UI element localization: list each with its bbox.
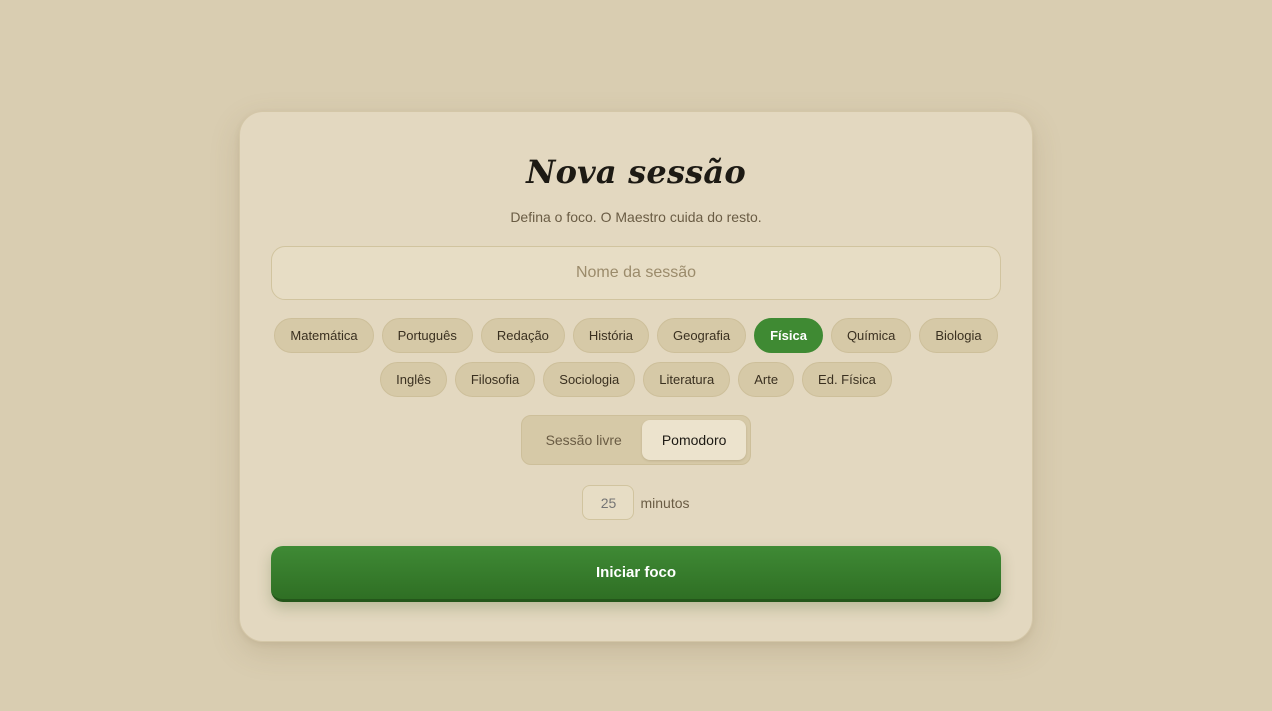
session-mode-toggle: Sessão livre Pomodoro <box>520 415 752 465</box>
subject-chip-ingles[interactable]: Inglês <box>380 362 447 397</box>
subject-chip-biologia[interactable]: Biologia <box>919 318 998 353</box>
subject-chip-geografia[interactable]: Geografia <box>656 318 747 353</box>
duration-unit-label: minutos <box>640 494 690 511</box>
mode-option-free-session[interactable]: Sessão livre <box>526 420 642 460</box>
new-session-card: Nova sessão Defina o foco. O Maestro cui… <box>239 111 1033 642</box>
page-title: Nova sessão <box>526 153 746 191</box>
subject-chip-portugues[interactable]: Português <box>381 318 473 353</box>
page-subtitle: Defina o foco. O Maestro cuida do resto. <box>510 209 762 225</box>
start-focus-button[interactable]: Iniciar foco <box>271 546 1001 602</box>
session-mode-wrapper: Sessão livre Pomodoro <box>271 415 1001 465</box>
subject-chip-literatura[interactable]: Literatura <box>643 362 731 397</box>
subject-chip-historia[interactable]: História <box>572 318 649 353</box>
mode-option-pomodoro[interactable]: Pomodoro <box>641 420 747 460</box>
subject-chip-list: Matemática Português Redação História Ge… <box>271 318 1001 397</box>
subject-chip-fisica[interactable]: Física <box>754 318 823 353</box>
subject-chip-arte[interactable]: Arte <box>738 362 795 397</box>
subject-chip-matematica[interactable]: Matemática <box>274 318 374 353</box>
subject-chip-redacao[interactable]: Redação <box>480 318 565 353</box>
subject-chip-ed-fisica[interactable]: Ed. Física <box>802 362 892 397</box>
subject-chip-quimica[interactable]: Química <box>830 318 912 353</box>
subject-chip-sociologia[interactable]: Sociologia <box>543 362 636 397</box>
duration-minutes-input[interactable] <box>582 485 635 520</box>
subject-chip-filosofia[interactable]: Filosofia <box>454 362 536 397</box>
duration-row: minutos <box>271 485 1001 520</box>
session-name-input[interactable] <box>271 246 1001 300</box>
